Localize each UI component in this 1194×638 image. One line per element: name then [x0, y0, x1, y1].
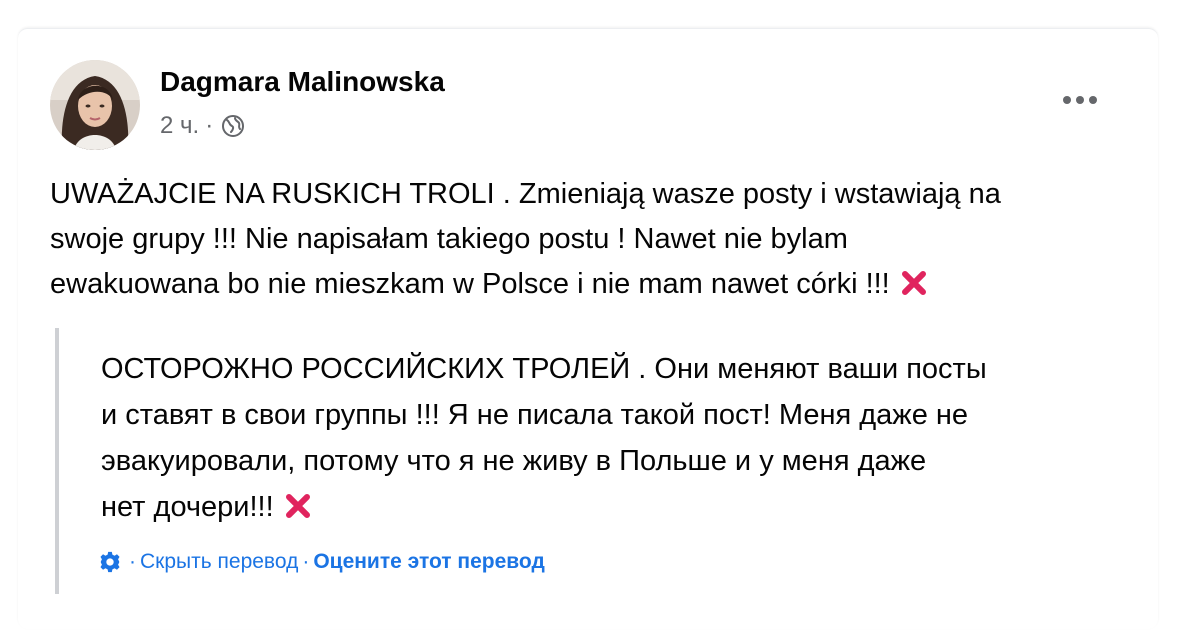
translation-line: нет дочери!!!: [101, 491, 274, 523]
meta-separator: ·: [205, 112, 214, 139]
post-timestamp[interactable]: 2 ч.: [160, 112, 199, 140]
translation-line: и ставят в свои группы !!! Я не писала т…: [101, 399, 969, 431]
footer-separator: ·: [129, 550, 136, 573]
globe-icon[interactable]: [221, 114, 245, 138]
translation-text: ОСТОРОЖНО РОССИЙСКИХ ТРОЛЕЙ . Они меняют…: [101, 346, 1131, 530]
post-text-line: UWAŻAJCIE NA RUSKICH TROLI . Zmieniają w…: [50, 178, 1001, 210]
rate-translation-link[interactable]: Оцените этот перевод: [313, 550, 544, 574]
translation-line: ОСТОРОЖНО РОССИЙСКИХ ТРОЛЕЙ . Они меняют…: [101, 353, 987, 385]
gear-icon[interactable]: [99, 551, 121, 573]
post-text-line: swoje grupy !!! Nie napisałam takiego po…: [50, 223, 848, 255]
more-options-button[interactable]: [1058, 82, 1102, 118]
author-name[interactable]: Dagmara Malinowska: [160, 66, 445, 98]
avatar[interactable]: [50, 60, 140, 150]
hide-translation-link[interactable]: Скрыть перевод: [140, 550, 298, 574]
cross-mark-emoji: [900, 266, 928, 295]
translation-line: эвакуировали, потому что я не живу в Пол…: [101, 445, 927, 477]
post-text-line-last: ewakuowana bo nie mieszkam w Polsce i ni…: [50, 262, 1140, 307]
ellipsis-icon: [1063, 96, 1097, 104]
translation-line-last: нет дочери!!!: [101, 484, 1131, 530]
cross-mark-emoji: [284, 488, 312, 518]
page: Dagmara Malinowska 2 ч. · UWAŻAJCIE NA R…: [0, 0, 1194, 638]
post-text-line: ewakuowana bo nie mieszkam w Polsce i ni…: [50, 268, 890, 300]
post-meta: 2 ч. ·: [160, 112, 245, 140]
footer-separator: ·: [302, 550, 310, 573]
translation-footer: · Скрыть перевод · Оцените этот перевод: [99, 550, 545, 574]
post-text: UWAŻAJCIE NA RUSKICH TROLI . Zmieniają w…: [50, 172, 1140, 307]
translation-block: ОСТОРОЖНО РОССИЙСКИХ ТРОЛЕЙ . Они меняют…: [55, 328, 1139, 594]
